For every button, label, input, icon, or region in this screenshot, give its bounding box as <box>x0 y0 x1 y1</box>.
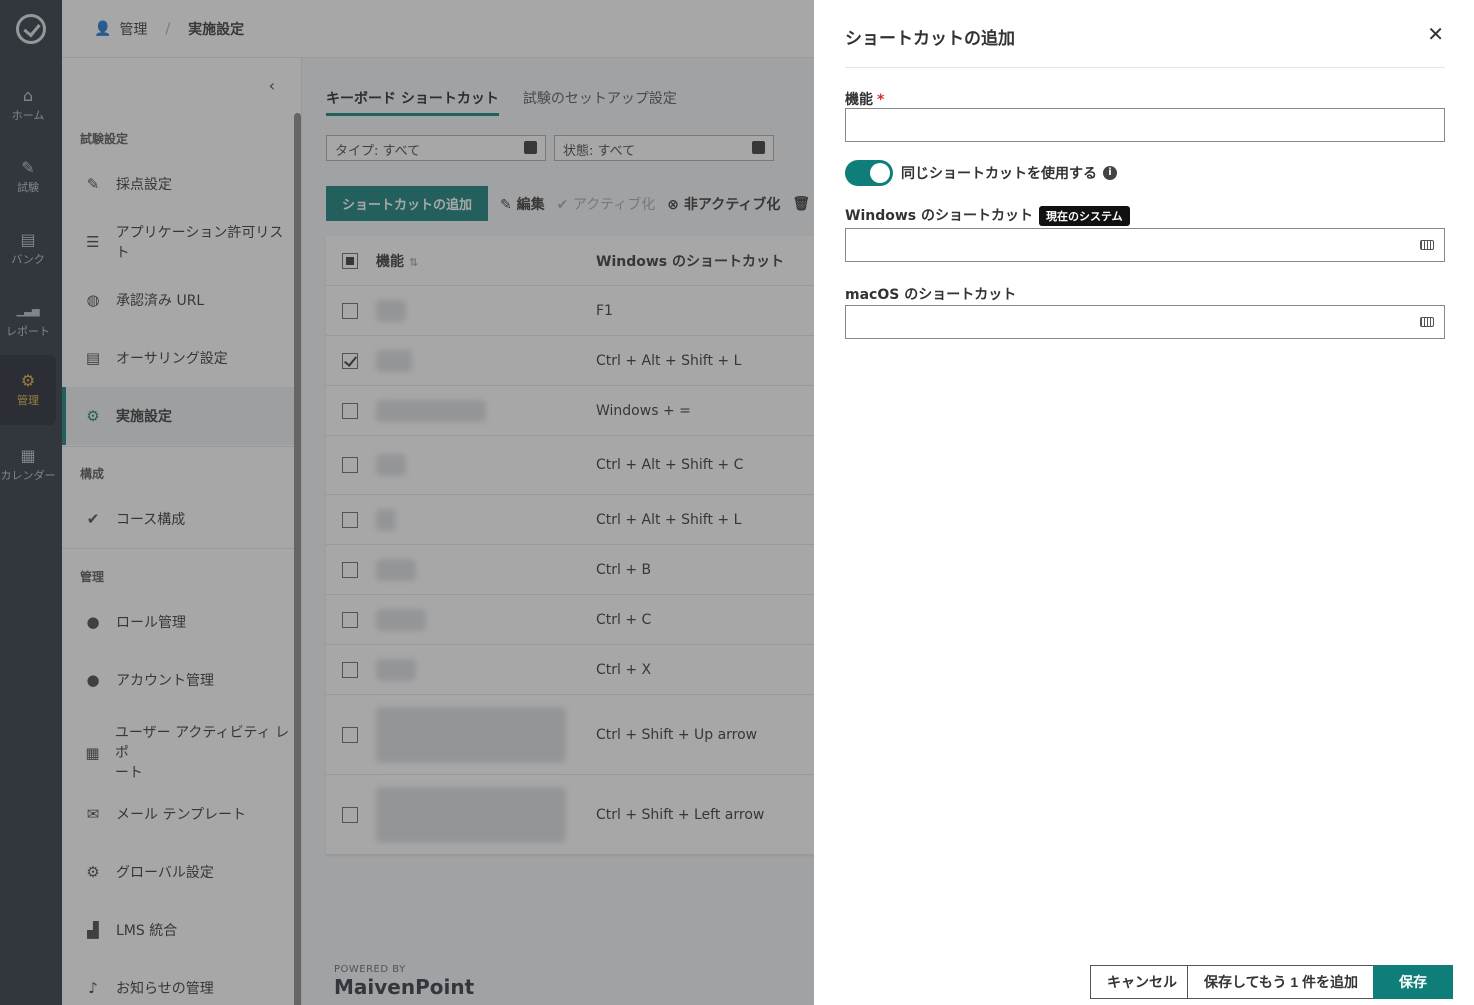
windows-shortcut-input[interactable] <box>845 228 1445 262</box>
close-icon[interactable]: ✕ <box>1427 22 1444 46</box>
mac-shortcut-label: macOS のショートカット <box>845 287 1017 303</box>
add-shortcut-panel: ショートカットの追加 ✕ 機能 * 同じショートカットを使用する i Window… <box>814 0 1474 1005</box>
windows-shortcut-label: Windows のショートカット 現在のシステム <box>845 205 1130 226</box>
same-shortcut-toggle-row: 同じショートカットを使用する i <box>845 160 1117 186</box>
mac-shortcut-input[interactable] <box>845 305 1445 339</box>
function-input[interactable] <box>845 108 1445 142</box>
divider <box>845 67 1445 68</box>
modal-overlay[interactable] <box>0 0 814 1005</box>
required-marker: * <box>877 92 885 108</box>
panel-title: ショートカットの追加 <box>845 29 1015 49</box>
function-label: 機能 * <box>845 89 884 109</box>
save-and-add-another-button[interactable]: 保存してもう 1 件を追加 <box>1187 965 1376 999</box>
save-button[interactable]: 保存 <box>1373 965 1453 999</box>
info-icon[interactable]: i <box>1103 166 1117 180</box>
toggle-label: 同じショートカットを使用する <box>901 166 1097 182</box>
current-system-badge: 現在のシステム <box>1039 206 1130 226</box>
cancel-button[interactable]: キャンセル <box>1090 965 1194 999</box>
function-label-text: 機能 <box>845 92 873 108</box>
same-shortcut-toggle[interactable] <box>845 160 893 186</box>
windows-label-text: Windows のショートカット <box>845 208 1033 224</box>
keyboard-icon[interactable] <box>1420 317 1434 327</box>
keyboard-icon[interactable] <box>1420 240 1434 250</box>
